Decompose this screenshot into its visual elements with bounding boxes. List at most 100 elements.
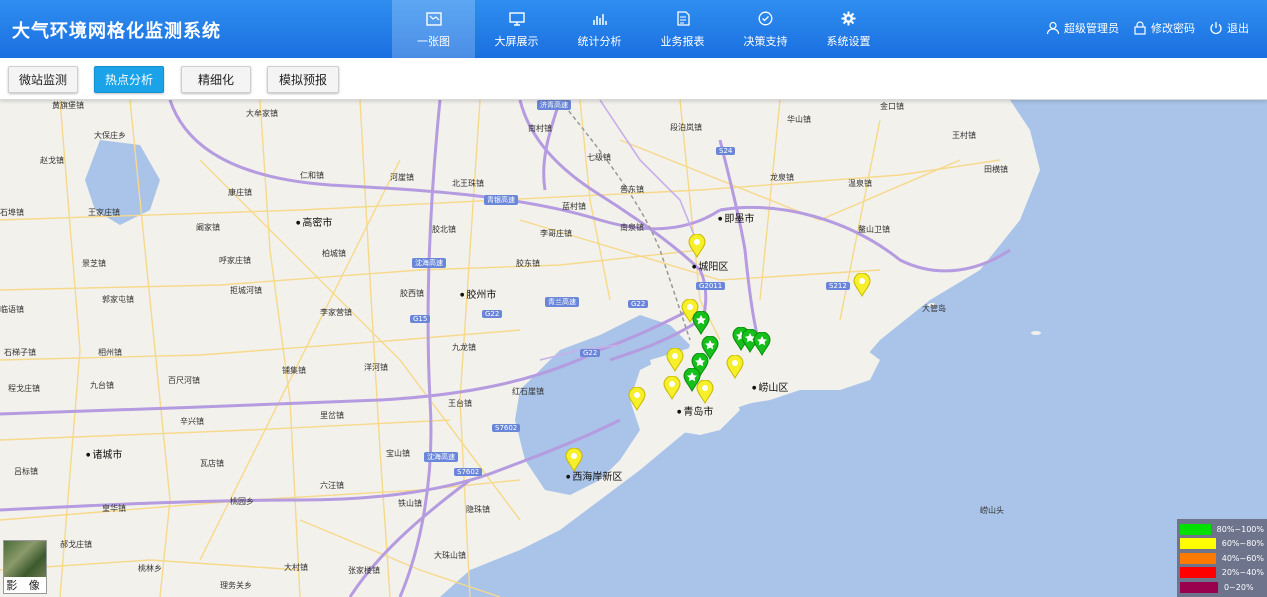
road-shield: G15	[410, 315, 431, 323]
map-label: 临语镇	[0, 305, 24, 314]
legend-item: 80%~100%	[1180, 522, 1264, 537]
map-label: 蓝村镇	[562, 202, 586, 211]
map-label: 瓦店镇	[200, 459, 224, 468]
map-label: 九龙镇	[452, 343, 476, 352]
map-label: 胶北镇	[432, 225, 456, 234]
map-label: 普东镇	[620, 185, 644, 194]
road-shield: 沈海高速	[412, 258, 446, 268]
map-label: 龙泉镇	[770, 173, 794, 182]
user-area: 超级管理员 修改密码 退出	[1046, 20, 1249, 36]
lock-icon	[1134, 21, 1146, 35]
gear-icon	[840, 10, 858, 28]
nav-reports[interactable]: 业务报表	[641, 0, 724, 58]
map-label-city: 胶州市	[460, 286, 496, 301]
map-label: 程戈庄镇	[8, 384, 40, 393]
road-shield: 青兰高速	[545, 297, 579, 307]
map-label: 南泉镇	[620, 223, 644, 232]
map-label: 桃园乡	[230, 497, 254, 506]
refine-button[interactable]: 精细化	[181, 66, 251, 93]
user-admin-label: 超级管理员	[1064, 22, 1119, 35]
map-label: 七级镇	[587, 153, 611, 162]
station-marker-yellow[interactable]	[726, 355, 744, 379]
map-label: 呼家庄镇	[219, 256, 251, 265]
legend-label: 60%~80%	[1221, 539, 1264, 549]
map-label: 相州镇	[98, 348, 122, 357]
map-label-city: 崂山区	[752, 379, 788, 394]
map-label: 隐珠镇	[466, 505, 490, 514]
map-label: 里岔镇	[320, 411, 344, 420]
map-label: 九台镇	[90, 381, 114, 390]
map-label: 华山镇	[787, 115, 811, 124]
map-label: 仁和镇	[300, 171, 324, 180]
legend-swatch	[1180, 567, 1216, 579]
map-label: 温泉镇	[848, 179, 872, 188]
map-view[interactable]: 黄旗堡镇 大牟家镇 大保庄乡 南村镇 段泊岚镇 华山镇 金口镇 王村镇 赵戈镇 …	[0, 100, 1267, 597]
road-shield: S7602	[454, 468, 483, 476]
satellite-thumbnail	[4, 541, 46, 577]
map-label-city: 即墨市	[718, 210, 754, 225]
imagery-layer-toggle[interactable]: 影 像	[3, 540, 47, 594]
map-label: 景芝镇	[82, 259, 106, 268]
logout-link[interactable]: 退出	[1209, 20, 1249, 36]
nav-one-map[interactable]: 一张图	[392, 0, 475, 58]
map-label: 王家庄镇	[88, 208, 120, 217]
map-label: 南村镇	[528, 124, 552, 133]
station-marker-yellow[interactable]	[853, 273, 871, 297]
map-label: 郭家屯镇	[102, 295, 134, 304]
map-label: 李家营镇	[320, 308, 352, 317]
user-admin-link[interactable]: 超级管理员	[1046, 20, 1119, 36]
legend-item: 40%~60%	[1180, 551, 1264, 566]
map-basemap	[0, 100, 1267, 597]
road-shield: S24	[716, 147, 736, 155]
map-label: 阚家镇	[196, 223, 220, 232]
map-label: 吕标镇	[14, 467, 38, 476]
nav-label: 系统设置	[826, 34, 871, 48]
road-shield: S212	[826, 282, 850, 290]
map-label: 大珠山镇	[434, 551, 466, 560]
map-label: 段泊岚镇	[670, 123, 702, 132]
station-marker-yellow[interactable]	[696, 380, 714, 404]
station-marker-yellow[interactable]	[666, 348, 684, 372]
station-marker-green[interactable]	[753, 332, 771, 356]
legend-label: 20%~40%	[1221, 568, 1264, 578]
nav-settings[interactable]: 系统设置	[807, 0, 890, 58]
map-label: 洋河镇	[364, 363, 388, 372]
road-shield: G22	[628, 300, 649, 308]
legend-item: 0~20%	[1180, 580, 1264, 595]
nav-label: 决策支持	[743, 34, 788, 48]
map-label: 铁山镇	[398, 499, 422, 508]
station-marker-green[interactable]	[692, 311, 710, 335]
nav-label: 一张图	[417, 34, 450, 48]
station-marker-yellow[interactable]	[565, 448, 583, 472]
map-label: 石梯子镇	[4, 348, 36, 357]
map-label: 胶西镇	[400, 289, 424, 298]
nav-statistics[interactable]: 统计分析	[558, 0, 641, 58]
map-label: 大管岛	[922, 304, 946, 313]
hotspot-analysis-button[interactable]: 热点分析	[94, 66, 164, 93]
nav-decision[interactable]: 决策支持	[724, 0, 807, 58]
map-label: 石埠镇	[0, 208, 24, 217]
map-icon	[425, 10, 443, 28]
station-marker-yellow[interactable]	[628, 387, 646, 411]
map-label: 郝戈庄镇	[60, 540, 92, 549]
road-shield: 青银高速	[484, 195, 518, 205]
legend-swatch	[1180, 538, 1216, 550]
station-marker-yellow[interactable]	[663, 376, 681, 400]
map-label: 胶东镇	[516, 259, 540, 268]
map-label-city: 诸城市	[86, 446, 122, 461]
map-legend: 80%~100% 60%~80% 40%~60% 20%~40% 0~20%	[1177, 519, 1267, 597]
legend-item: 60%~80%	[1180, 537, 1264, 552]
map-label: 铺集镇	[282, 366, 306, 375]
nav-label: 业务报表	[660, 34, 705, 48]
road-shield: G22	[580, 349, 601, 357]
station-marker-yellow[interactable]	[688, 234, 706, 258]
micro-station-button[interactable]: 微站监测	[8, 66, 78, 93]
logout-label: 退出	[1227, 22, 1249, 35]
simulation-forecast-button[interactable]: 模拟预报	[267, 66, 339, 93]
change-password-link[interactable]: 修改密码	[1133, 20, 1195, 36]
map-label: 王台镇	[448, 399, 472, 408]
map-label: 大牟家镇	[246, 109, 278, 118]
road-shield: 沈海高速	[424, 452, 458, 462]
nav-big-screen[interactable]: 大屏展示	[475, 0, 558, 58]
map-label: 辛兴镇	[180, 417, 204, 426]
